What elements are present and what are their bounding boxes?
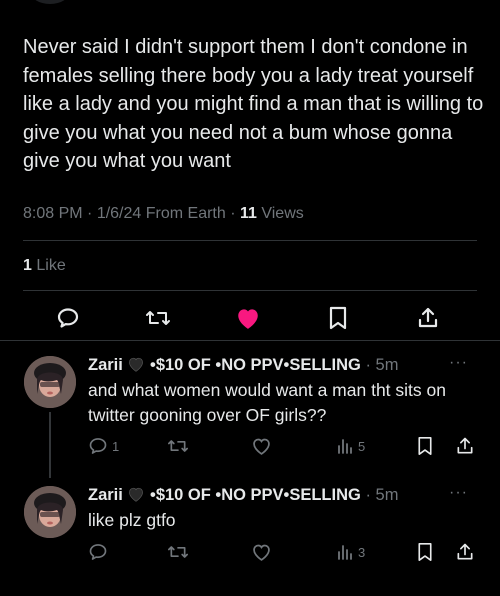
reply-time[interactable]: 5m xyxy=(376,356,399,374)
tweet-text: Never said I didn't support them I don't… xyxy=(23,36,484,172)
views-count: 3 xyxy=(358,544,366,560)
bookmark-icon xyxy=(418,437,432,455)
reply-button[interactable]: 1 xyxy=(88,434,119,458)
reply-item[interactable]: Zarii •$10 OF •NO PPV•SELLING · 5m ··· a… xyxy=(0,340,500,480)
black-heart-icon xyxy=(129,487,144,502)
bookmark-icon xyxy=(418,542,432,561)
reply-text: like plz gtfo xyxy=(88,510,176,530)
reply-author-name[interactable]: Zarii xyxy=(88,486,123,504)
bookmark-button[interactable] xyxy=(322,302,354,334)
like-button[interactable] xyxy=(251,540,276,564)
bookmark-button[interactable] xyxy=(416,434,434,458)
views-button[interactable]: 5 xyxy=(336,434,365,458)
like-button[interactable] xyxy=(251,434,276,458)
reply-count: 1 xyxy=(112,438,120,454)
retweet-icon xyxy=(146,311,170,325)
reply-item[interactable]: Zarii •$10 OF •NO PPV•SELLING · 5m ··· l… xyxy=(0,470,500,596)
reply-icon xyxy=(89,438,107,454)
retweet-button[interactable] xyxy=(167,434,193,458)
bookmark-button[interactable] xyxy=(416,540,434,564)
reply-header: Zarii •$10 OF •NO PPV•SELLING · 5m xyxy=(88,486,399,504)
views-count: 5 xyxy=(358,438,366,454)
likes-label: Like xyxy=(36,257,66,274)
previous-avatar[interactable] xyxy=(30,0,70,4)
retweet-button[interactable] xyxy=(167,540,193,564)
tweet-time[interactable]: 8:08 PM xyxy=(23,205,83,222)
likes-link[interactable]: 1 Like xyxy=(23,257,66,275)
retweet-icon xyxy=(167,546,188,558)
like-icon xyxy=(253,438,270,455)
views-icon xyxy=(338,439,352,454)
more-options-button[interactable]: ··· xyxy=(449,354,468,372)
retweet-icon xyxy=(167,440,188,452)
reply-button[interactable] xyxy=(52,302,84,334)
more-options-button[interactable]: ··· xyxy=(449,484,468,502)
reply-actions: 3 xyxy=(0,540,500,564)
share-icon xyxy=(457,437,473,454)
reply-text: and what women would want a man tht sits… xyxy=(88,380,446,425)
bookmark-icon xyxy=(329,306,347,330)
black-heart-icon xyxy=(129,357,144,372)
retweet-button[interactable] xyxy=(142,302,174,334)
avatar-image xyxy=(24,486,76,538)
avatar[interactable] xyxy=(24,486,76,538)
reply-button[interactable] xyxy=(88,540,112,564)
avatar-image xyxy=(24,356,76,408)
share-button[interactable] xyxy=(455,540,475,564)
reply-icon xyxy=(57,308,79,328)
share-icon xyxy=(418,307,438,328)
divider xyxy=(23,290,477,291)
reply-header: Zarii •$10 OF •NO PPV•SELLING · 5m xyxy=(88,356,399,374)
reply-author-name[interactable]: Zarii xyxy=(88,356,123,374)
reply-author-tag[interactable]: •$10 OF •NO PPV•SELLING xyxy=(150,486,361,504)
reply-icon xyxy=(89,544,107,560)
share-icon xyxy=(457,543,473,560)
avatar[interactable] xyxy=(24,356,76,408)
tweet-meta: 8:08 PM · 1/6/24 From Earth · 11 Views xyxy=(23,205,304,222)
reply-actions: 1 5 xyxy=(0,434,500,458)
like-icon-filled xyxy=(238,309,258,329)
tweet-actions xyxy=(0,302,500,334)
share-button[interactable] xyxy=(412,302,444,334)
views-button[interactable]: 3 xyxy=(336,540,365,564)
views-count: 11 xyxy=(239,205,257,222)
reply-author-tag[interactable]: •$10 OF •NO PPV•SELLING xyxy=(150,356,361,374)
like-button[interactable] xyxy=(232,302,264,334)
like-icon xyxy=(253,544,270,561)
share-button[interactable] xyxy=(455,434,475,458)
divider xyxy=(23,240,477,241)
views-icon xyxy=(338,545,352,560)
tweet-source: From Earth xyxy=(145,205,226,222)
tweet-date[interactable]: 1/6/24 xyxy=(97,205,141,222)
reply-time[interactable]: 5m xyxy=(376,486,399,504)
views-label: Views xyxy=(261,205,304,222)
likes-count: 1 xyxy=(23,257,32,274)
